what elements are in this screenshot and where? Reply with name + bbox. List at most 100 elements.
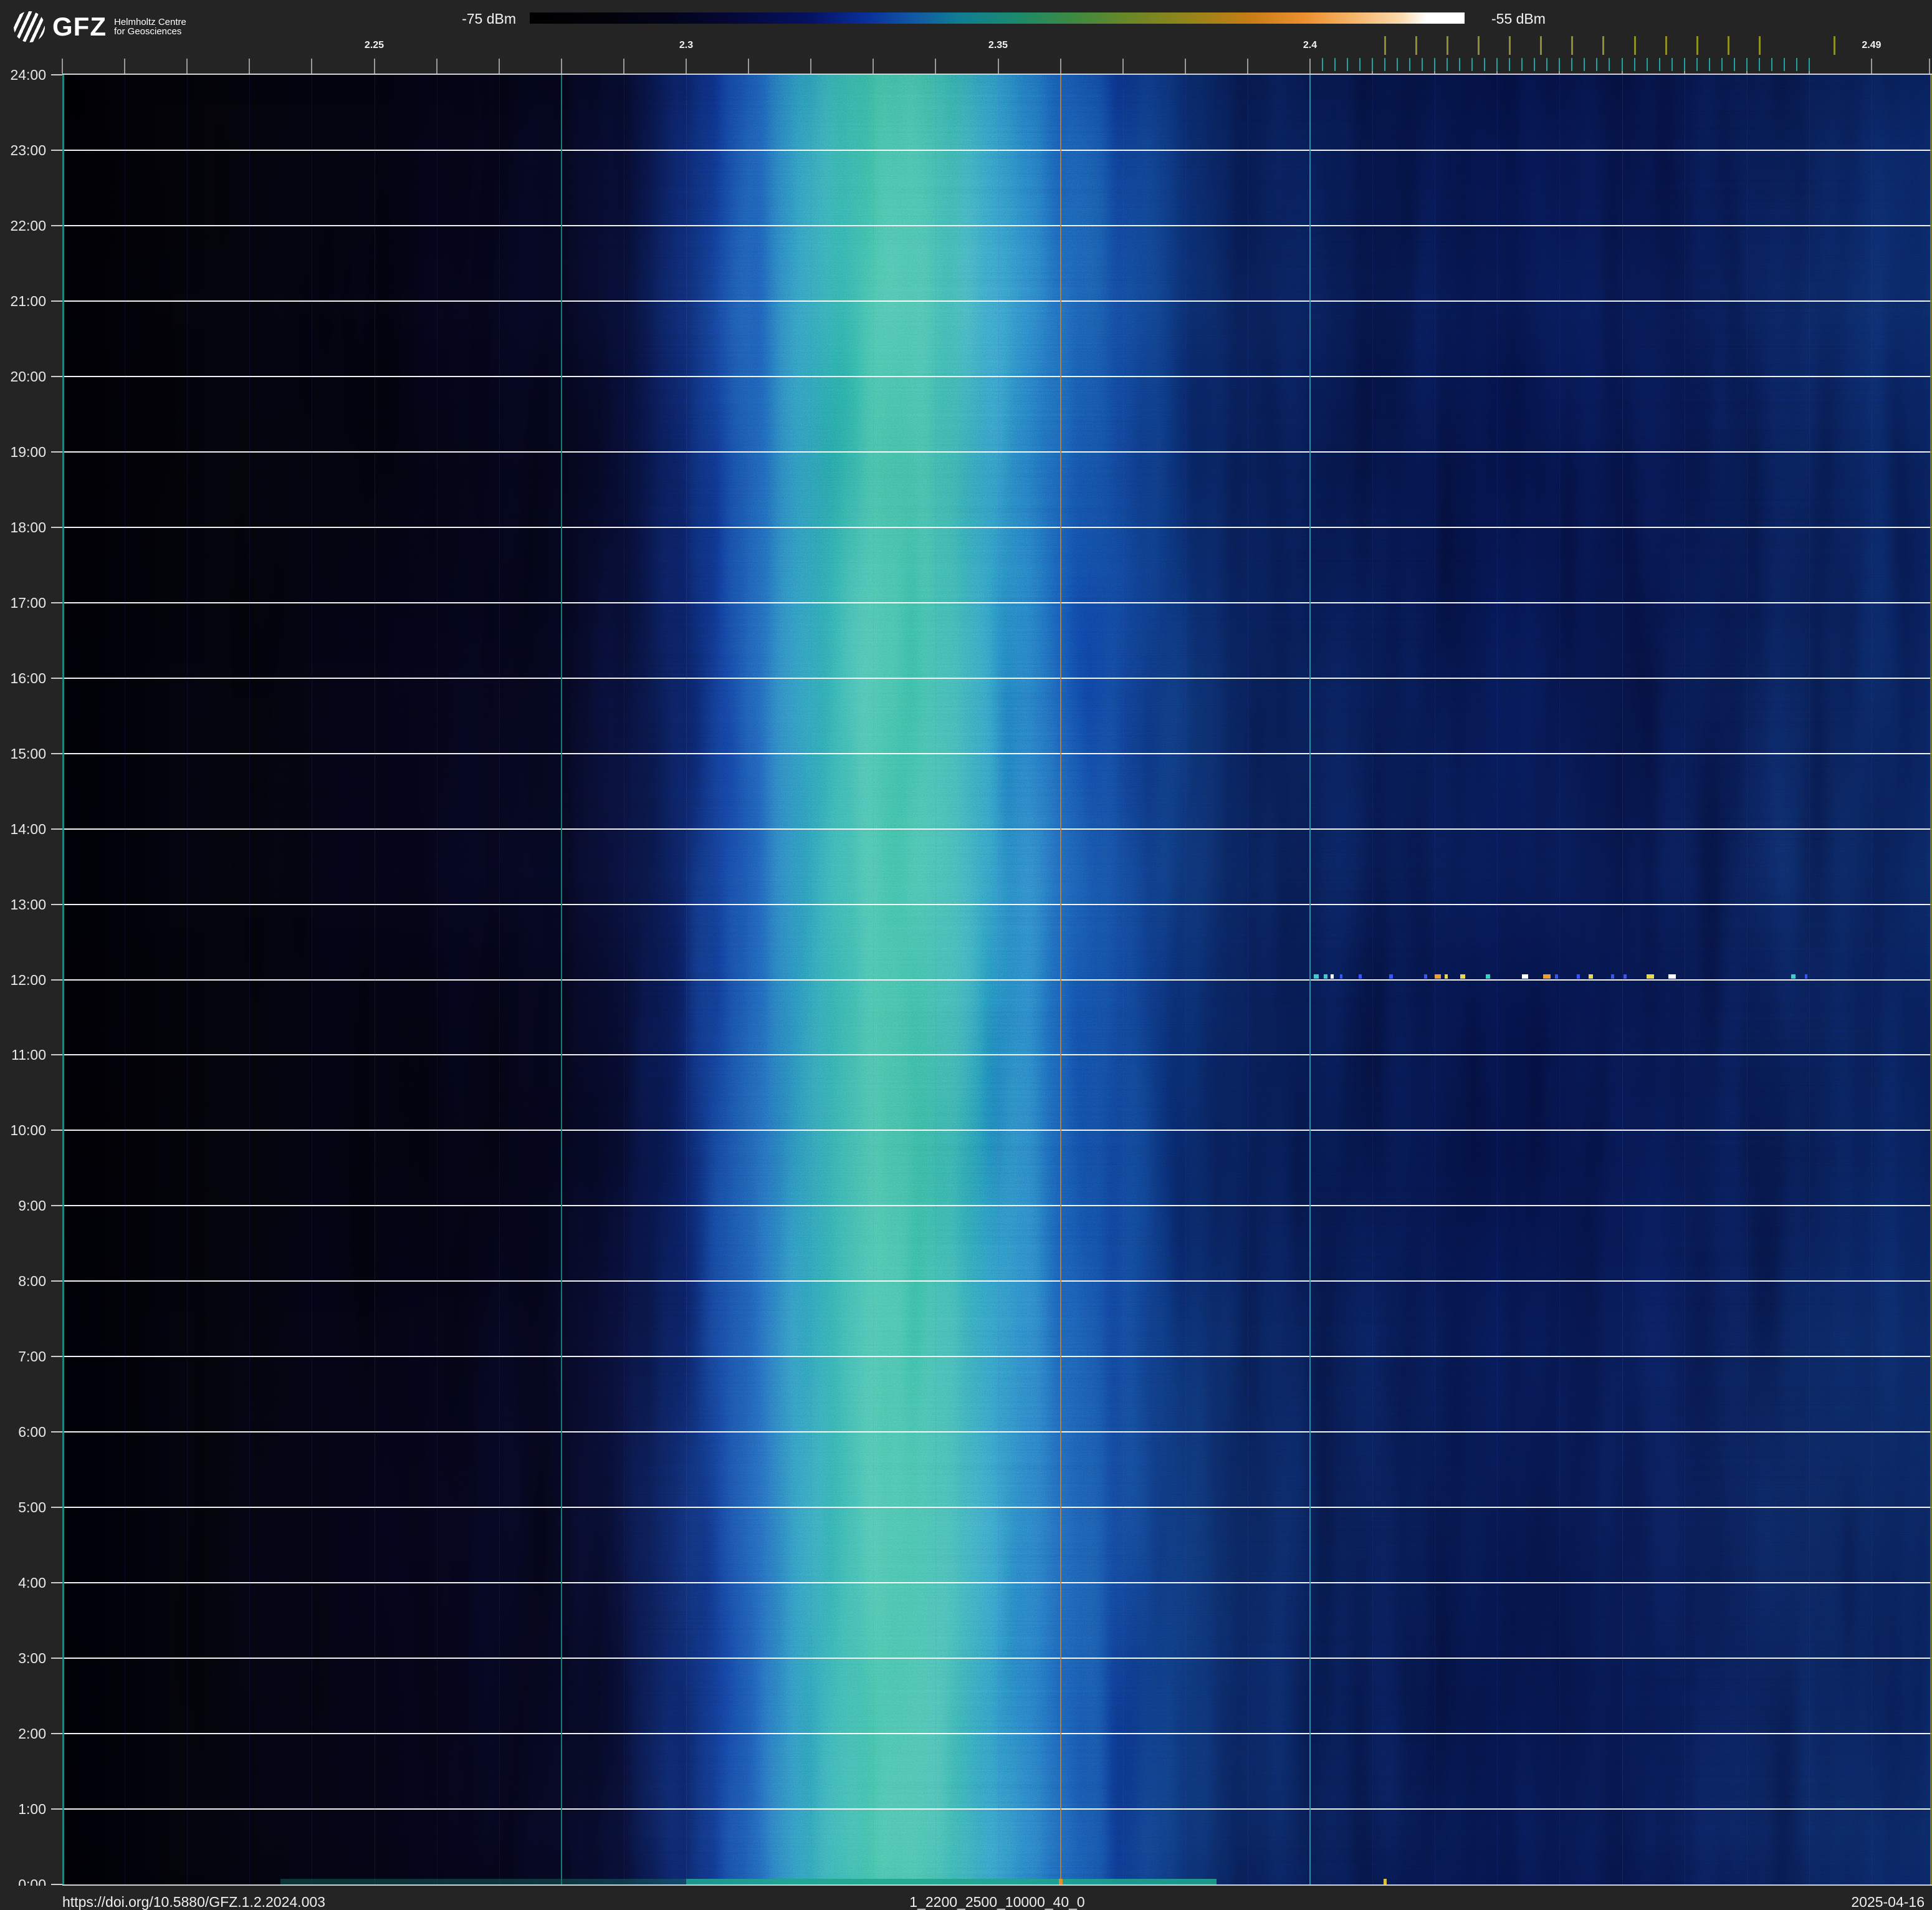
freq-gridline-major xyxy=(1622,75,1623,1884)
event-dot xyxy=(1460,974,1466,979)
freq-minor-tick xyxy=(686,59,687,74)
event-dot xyxy=(1324,974,1328,979)
time-tick xyxy=(51,677,62,679)
time-tick xyxy=(51,1356,62,1358)
event-dot xyxy=(1543,974,1551,979)
event-dot xyxy=(1389,974,1394,979)
freq-minor-tick xyxy=(311,59,313,74)
hour-gridline xyxy=(62,526,1932,528)
freq-edge-tick xyxy=(1929,59,1930,74)
freq-label: 2.49 xyxy=(1862,40,1882,50)
freq-minor-tick xyxy=(997,59,999,74)
time-tick xyxy=(51,1507,62,1509)
freq-minor-tick xyxy=(186,59,188,74)
freq-minor-tick xyxy=(873,59,874,74)
time-label: 23:00 xyxy=(10,142,46,158)
ble-channel-tick xyxy=(1559,58,1561,71)
wifi-channel-tick xyxy=(1758,36,1761,55)
hour-gridline xyxy=(62,1054,1932,1056)
ble-channel-tick xyxy=(1609,58,1610,71)
freq-minor-tick xyxy=(935,59,937,74)
freq-gridline-minor xyxy=(1559,75,1561,1884)
hour-gridline xyxy=(62,1507,1932,1509)
time-label: 19:00 xyxy=(10,443,46,460)
time-tick xyxy=(51,1431,62,1433)
time-tick xyxy=(51,526,62,528)
time-label: 16:00 xyxy=(10,669,46,686)
freq-minor-tick xyxy=(1122,59,1124,74)
date-label: 2025-04-16 xyxy=(1851,1894,1925,1910)
hour-gridline xyxy=(62,828,1932,830)
freq-minor-tick xyxy=(62,59,63,74)
time-label: 5:00 xyxy=(18,1499,46,1516)
bottom-edge-segment xyxy=(280,1879,686,1884)
hour-gridline xyxy=(62,1356,1932,1358)
colorbar-max-label: -55 dBm xyxy=(1491,11,1546,27)
wifi-channel-tick xyxy=(1833,36,1835,55)
freq-minor-tick xyxy=(1059,59,1061,74)
ble-channel-tick xyxy=(1422,58,1423,71)
time-tick xyxy=(51,300,62,302)
freq-gridline-minor xyxy=(187,75,188,1884)
hour-gridline xyxy=(62,677,1932,679)
wifi-channel-tick xyxy=(1665,36,1667,55)
dataset-id-label: 1_2200_2500_10000_40_0 xyxy=(909,1894,1085,1910)
bottom-edge-segment xyxy=(686,1879,1217,1884)
freq-minor-tick xyxy=(436,59,438,74)
time-label: 10:00 xyxy=(10,1122,46,1139)
wifi-channel-tick xyxy=(1384,36,1387,55)
ble-channel-tick xyxy=(1372,58,1374,71)
ble-channel-tick xyxy=(1471,58,1473,71)
freq-minor-tick xyxy=(1870,59,1872,74)
event-dot xyxy=(1791,974,1796,979)
ble-channel-tick xyxy=(1534,58,1536,71)
event-dot xyxy=(1576,974,1580,979)
freq-gridline-minor xyxy=(1185,75,1186,1884)
spectrogram-plot xyxy=(62,74,1932,1886)
freq-gridline-major xyxy=(998,75,999,1884)
freq-minor-tick xyxy=(748,59,750,74)
wifi-channel-tick xyxy=(1415,36,1418,55)
time-tick xyxy=(51,149,62,151)
ble-channel-tick xyxy=(1322,58,1324,71)
time-label: 11:00 xyxy=(11,1047,46,1063)
freq-gridline-major xyxy=(686,75,687,1884)
freq-gridline-minor xyxy=(1497,75,1498,1884)
freq-gridline-minor xyxy=(1372,75,1374,1884)
freq-label: 2.3 xyxy=(679,40,694,50)
wifi-channel-tick xyxy=(1602,36,1605,55)
freq-gridline-minor xyxy=(1746,75,1748,1884)
time-tick xyxy=(51,1884,62,1885)
footer: https://doi.org/10.5880/GFZ.1.2.2024.003… xyxy=(0,1886,1932,1910)
ble-channel-tick xyxy=(1783,58,1785,71)
ble-channel-tick xyxy=(1746,58,1748,71)
time-label: 2:00 xyxy=(18,1725,46,1742)
hour-gridline xyxy=(62,451,1932,453)
event-dot xyxy=(1330,974,1334,979)
ble-channel-tick xyxy=(1621,58,1623,71)
freq-label: 2.35 xyxy=(988,40,1008,50)
ble-channel-tick xyxy=(1347,58,1349,71)
freq-label: 2.25 xyxy=(364,40,385,50)
event-dot xyxy=(1804,974,1807,979)
ble-channel-tick xyxy=(1733,58,1735,71)
hour-gridline xyxy=(62,752,1932,754)
time-tick xyxy=(51,1808,62,1810)
wifi-channel-tick xyxy=(1633,36,1636,55)
wifi-channel-tick xyxy=(1447,36,1449,55)
time-label: 6:00 xyxy=(18,1424,46,1441)
ble-channel-tick xyxy=(1596,58,1598,71)
event-dot xyxy=(1358,974,1362,979)
ble-channel-tick xyxy=(1359,58,1361,71)
freq-gridline-minor xyxy=(436,75,438,1884)
freq-gridline-minor xyxy=(249,75,251,1884)
time-tick xyxy=(51,1205,62,1207)
event-dot xyxy=(1340,974,1343,979)
ble-channel-tick xyxy=(1758,58,1760,71)
bottom-edge-speck xyxy=(1383,1879,1387,1884)
spectrogram-page: GFZ Helmholtz Centre for Geosciences -75… xyxy=(0,0,1932,1910)
ble-channel-tick xyxy=(1409,58,1411,71)
time-label: 17:00 xyxy=(10,594,46,611)
freq-gridline-minor xyxy=(1809,75,1810,1884)
time-label: 3:00 xyxy=(18,1650,46,1667)
